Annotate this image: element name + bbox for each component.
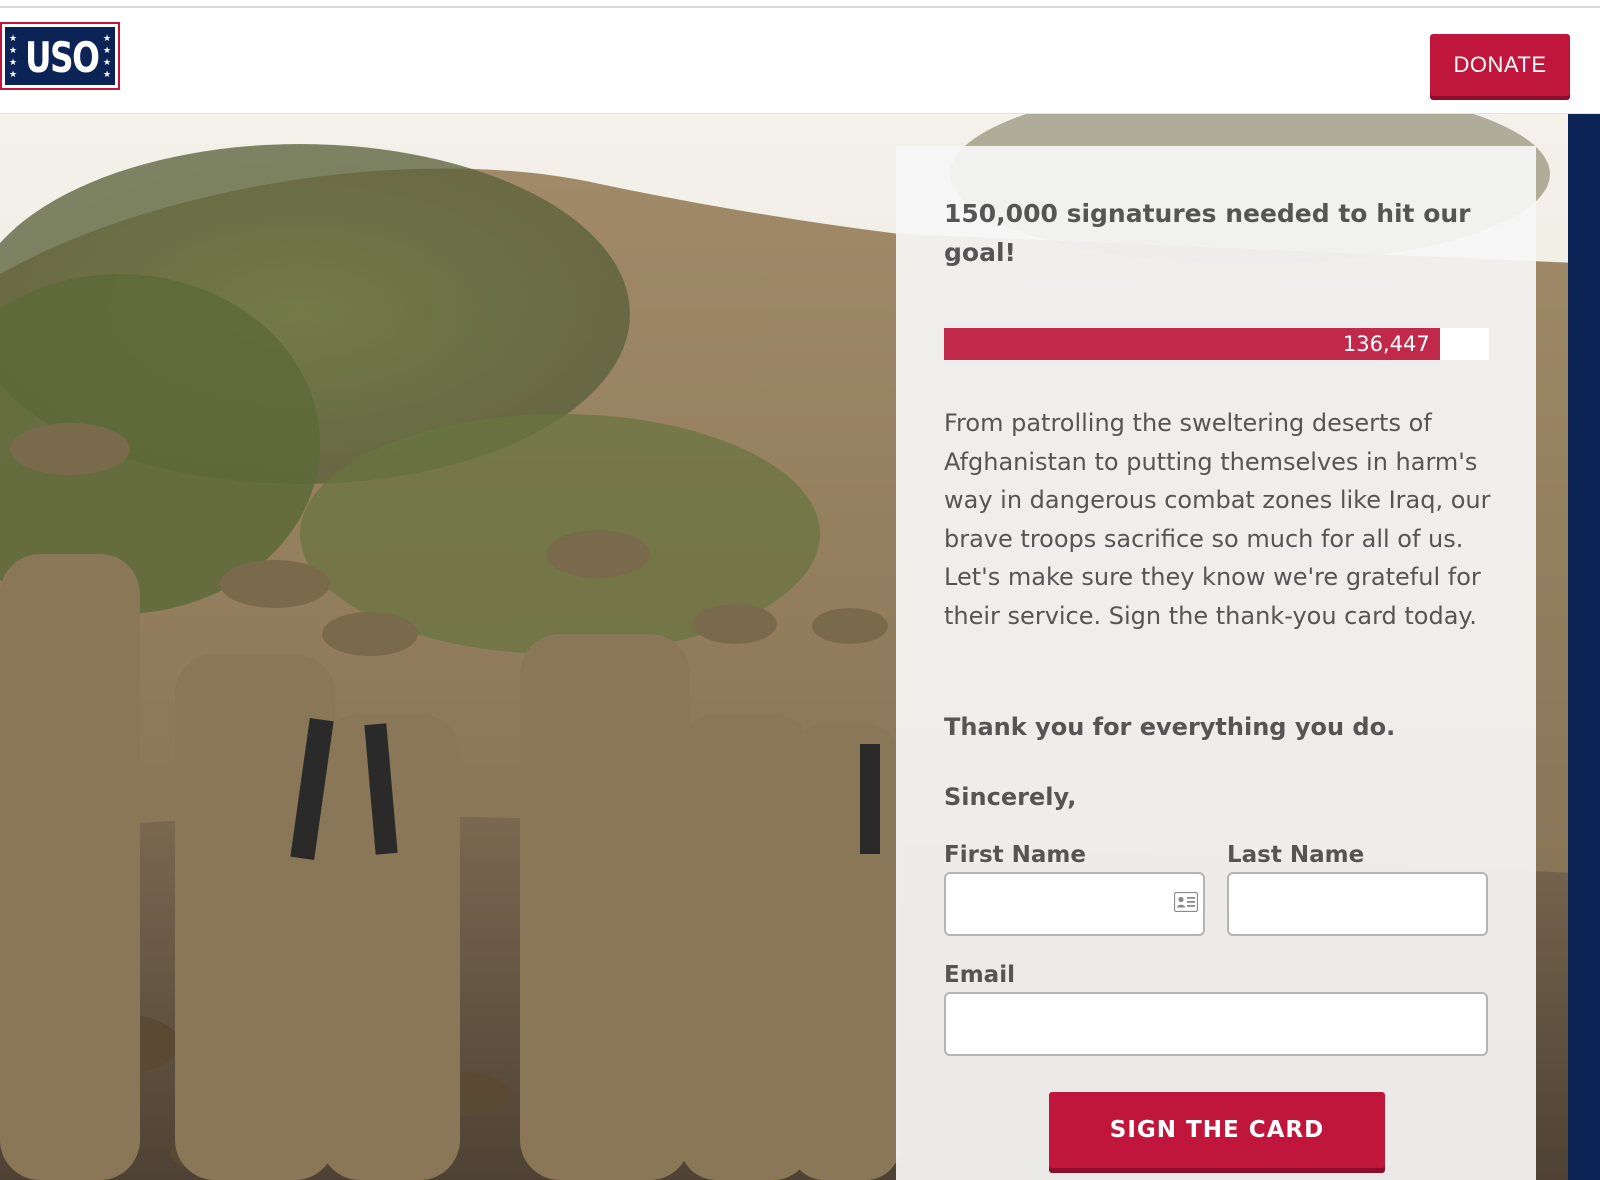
donate-button[interactable]: DONATE [1430,34,1570,96]
uso-logo[interactable]: ★ ★ ★ ★ USO ★ ★ ★ ★ [0,22,120,90]
navy-side-strip [1568,114,1600,1180]
last-name-input[interactable] [1227,872,1488,936]
sincerely-line: Sincerely, [944,783,1077,811]
first-name-label: First Name [944,842,1086,868]
petition-panel: 150,000 signatures needed to hit our goa… [896,146,1536,1180]
signature-progress-fill: 136,447 [944,328,1440,360]
thanks-line: Thank you for everything you do. [944,713,1396,741]
last-name-label: Last Name [1227,842,1365,868]
logo-stars-left: ★ ★ ★ ★ [8,34,18,80]
first-name-input[interactable] [944,872,1205,936]
site-header: ★ ★ ★ ★ USO ★ ★ ★ ★ DONATE [0,8,1600,114]
email-input[interactable] [944,992,1488,1056]
signature-count: 136,447 [1342,332,1430,356]
sign-the-card-button[interactable]: SIGN THE CARD [1049,1092,1385,1168]
email-label: Email [944,962,1015,988]
logo-text: USO [25,33,100,82]
goal-heading: 150,000 signatures needed to hit our goa… [944,199,1471,267]
hero-section: 150,000 signatures needed to hit our goa… [0,114,1600,1180]
logo-background: ★ ★ ★ ★ USO ★ ★ ★ ★ [5,27,115,85]
signature-progress-bar: 136,447 [944,328,1489,360]
petition-body: From patrolling the sweltering deserts o… [944,409,1491,630]
logo-stars-right: ★ ★ ★ ★ [102,34,112,80]
